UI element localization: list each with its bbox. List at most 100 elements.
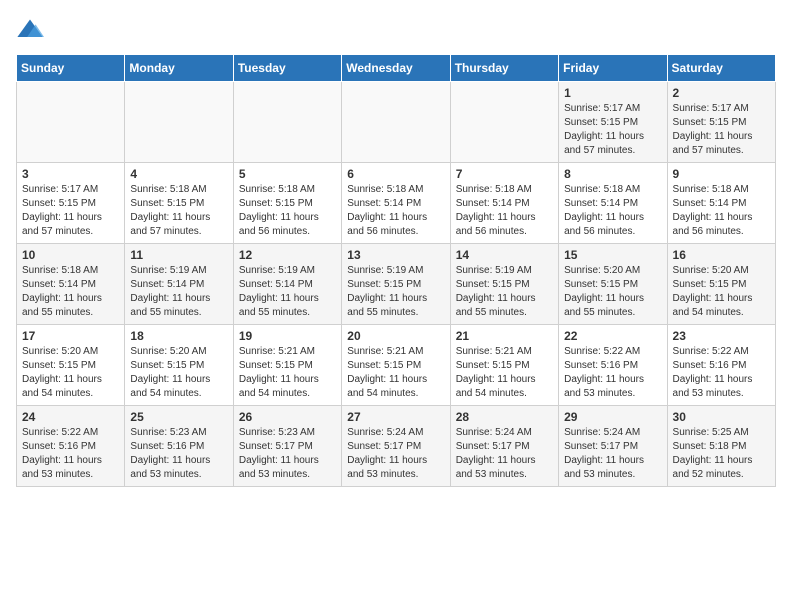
day-info: Sunrise: 5:20 AM Sunset: 5:15 PM Dayligh… [564,264,661,320]
calendar-cell [233,82,341,163]
page: SundayMondayTuesdayWednesdayThursdayFrid… [0,0,792,503]
calendar-cell: 19 Sunrise: 5:21 AM Sunset: 5:15 PM Dayli… [233,325,341,406]
calendar-cell: 20 Sunrise: 5:21 AM Sunset: 5:15 PM Dayli… [342,325,450,406]
calendar-cell: 1 Sunrise: 5:17 AM Sunset: 5:15 PM Daylig… [559,82,667,163]
day-info: Sunrise: 5:21 AM Sunset: 5:15 PM Dayligh… [456,345,553,401]
calendar-cell: 26Sunrise: 5:23 AM Sunset: 5:17 PM Dayli… [233,406,341,487]
calendar-week-5: 24Sunrise: 5:22 AM Sunset: 5:16 PM Dayli… [17,406,776,487]
day-number: 3 [22,167,119,181]
day-number: 25 [130,410,227,424]
calendar-cell: 12 Sunrise: 5:19 AM Sunset: 5:14 PM Dayli… [233,244,341,325]
day-info: Sunrise: 5:25 AM Sunset: 5:18 PM Dayligh… [673,426,770,482]
day-info: Sunrise: 5:22 AM Sunset: 5:16 PM Dayligh… [564,345,661,401]
day-info: Sunrise: 5:17 AM Sunset: 5:15 PM Dayligh… [22,183,119,239]
day-number: 13 [347,248,444,262]
day-info: Sunrise: 5:17 AM Sunset: 5:15 PM Dayligh… [673,102,770,158]
day-info: Sunrise: 5:23 AM Sunset: 5:17 PM Dayligh… [239,426,336,482]
day-number: 2 [673,86,770,100]
day-info: Sunrise: 5:20 AM Sunset: 5:15 PM Dayligh… [130,345,227,401]
day-info: Sunrise: 5:17 AM Sunset: 5:15 PM Dayligh… [564,102,661,158]
day-info: Sunrise: 5:19 AM Sunset: 5:15 PM Dayligh… [456,264,553,320]
weekday-header-friday: Friday [559,55,667,82]
day-number: 16 [673,248,770,262]
calendar-cell: 6 Sunrise: 5:18 AM Sunset: 5:14 PM Daylig… [342,163,450,244]
day-info: Sunrise: 5:18 AM Sunset: 5:14 PM Dayligh… [456,183,553,239]
calendar-week-4: 17 Sunrise: 5:20 AM Sunset: 5:15 PM Dayli… [17,325,776,406]
day-number: 27 [347,410,444,424]
day-number: 10 [22,248,119,262]
day-info: Sunrise: 5:22 AM Sunset: 5:16 PM Dayligh… [673,345,770,401]
calendar-table: SundayMondayTuesdayWednesdayThursdayFrid… [16,54,776,487]
weekday-header-thursday: Thursday [450,55,558,82]
day-number: 12 [239,248,336,262]
weekday-header-saturday: Saturday [667,55,775,82]
calendar-cell: 27 Sunrise: 5:24 AM Sunset: 5:17 PM Dayli… [342,406,450,487]
day-number: 15 [564,248,661,262]
day-info: Sunrise: 5:20 AM Sunset: 5:15 PM Dayligh… [673,264,770,320]
day-number: 4 [130,167,227,181]
calendar-cell: 18Sunrise: 5:20 AM Sunset: 5:15 PM Dayli… [125,325,233,406]
weekday-header-tuesday: Tuesday [233,55,341,82]
calendar-week-2: 3 Sunrise: 5:17 AM Sunset: 5:15 PM Daylig… [17,163,776,244]
day-info: Sunrise: 5:18 AM Sunset: 5:14 PM Dayligh… [22,264,119,320]
calendar-cell [125,82,233,163]
day-number: 17 [22,329,119,343]
day-info: Sunrise: 5:19 AM Sunset: 5:14 PM Dayligh… [239,264,336,320]
calendar-week-1: 1 Sunrise: 5:17 AM Sunset: 5:15 PM Daylig… [17,82,776,163]
day-number: 6 [347,167,444,181]
day-number: 7 [456,167,553,181]
calendar-cell: 16 Sunrise: 5:20 AM Sunset: 5:15 PM Dayli… [667,244,775,325]
calendar-cell: 17 Sunrise: 5:20 AM Sunset: 5:15 PM Dayli… [17,325,125,406]
calendar-cell: 29 Sunrise: 5:24 AM Sunset: 5:17 PM Dayli… [559,406,667,487]
weekday-header-sunday: Sunday [17,55,125,82]
day-info: Sunrise: 5:24 AM Sunset: 5:17 PM Dayligh… [564,426,661,482]
calendar-cell: 9Sunrise: 5:18 AM Sunset: 5:14 PM Daylig… [667,163,775,244]
calendar-cell: 15 Sunrise: 5:20 AM Sunset: 5:15 PM Dayli… [559,244,667,325]
day-number: 1 [564,86,661,100]
weekday-header-row: SundayMondayTuesdayWednesdayThursdayFrid… [17,55,776,82]
day-number: 21 [456,329,553,343]
calendar-cell: 2 Sunrise: 5:17 AM Sunset: 5:15 PM Daylig… [667,82,775,163]
calendar-cell: 8 Sunrise: 5:18 AM Sunset: 5:14 PM Daylig… [559,163,667,244]
calendar-cell: 23 Sunrise: 5:22 AM Sunset: 5:16 PM Dayli… [667,325,775,406]
day-number: 29 [564,410,661,424]
day-number: 11 [130,248,227,262]
day-info: Sunrise: 5:18 AM Sunset: 5:14 PM Dayligh… [564,183,661,239]
day-info: Sunrise: 5:19 AM Sunset: 5:14 PM Dayligh… [130,264,227,320]
day-number: 30 [673,410,770,424]
day-info: Sunrise: 5:21 AM Sunset: 5:15 PM Dayligh… [347,345,444,401]
day-info: Sunrise: 5:24 AM Sunset: 5:17 PM Dayligh… [456,426,553,482]
day-info: Sunrise: 5:21 AM Sunset: 5:15 PM Dayligh… [239,345,336,401]
day-number: 23 [673,329,770,343]
day-number: 14 [456,248,553,262]
day-number: 8 [564,167,661,181]
day-info: Sunrise: 5:24 AM Sunset: 5:17 PM Dayligh… [347,426,444,482]
calendar-cell: 5Sunrise: 5:18 AM Sunset: 5:15 PM Daylig… [233,163,341,244]
calendar-cell [342,82,450,163]
calendar-cell: 30 Sunrise: 5:25 AM Sunset: 5:18 PM Dayli… [667,406,775,487]
day-number: 19 [239,329,336,343]
day-number: 9 [673,167,770,181]
calendar-cell: 11 Sunrise: 5:19 AM Sunset: 5:14 PM Dayli… [125,244,233,325]
calendar-cell: 3 Sunrise: 5:17 AM Sunset: 5:15 PM Daylig… [17,163,125,244]
calendar-cell: 4Sunrise: 5:18 AM Sunset: 5:15 PM Daylig… [125,163,233,244]
day-info: Sunrise: 5:19 AM Sunset: 5:15 PM Dayligh… [347,264,444,320]
day-info: Sunrise: 5:20 AM Sunset: 5:15 PM Dayligh… [22,345,119,401]
day-number: 5 [239,167,336,181]
weekday-header-wednesday: Wednesday [342,55,450,82]
day-number: 28 [456,410,553,424]
day-number: 22 [564,329,661,343]
day-info: Sunrise: 5:23 AM Sunset: 5:16 PM Dayligh… [130,426,227,482]
header [16,16,776,44]
calendar-cell: 22 Sunrise: 5:22 AM Sunset: 5:16 PM Dayli… [559,325,667,406]
day-number: 20 [347,329,444,343]
calendar-cell [450,82,558,163]
calendar-cell: 13 Sunrise: 5:19 AM Sunset: 5:15 PM Dayli… [342,244,450,325]
calendar-cell: 24Sunrise: 5:22 AM Sunset: 5:16 PM Dayli… [17,406,125,487]
day-info: Sunrise: 5:18 AM Sunset: 5:14 PM Dayligh… [347,183,444,239]
calendar-cell: 28 Sunrise: 5:24 AM Sunset: 5:17 PM Dayli… [450,406,558,487]
calendar-cell: 25 Sunrise: 5:23 AM Sunset: 5:16 PM Dayli… [125,406,233,487]
logo [16,16,48,44]
day-number: 24 [22,410,119,424]
weekday-header-monday: Monday [125,55,233,82]
